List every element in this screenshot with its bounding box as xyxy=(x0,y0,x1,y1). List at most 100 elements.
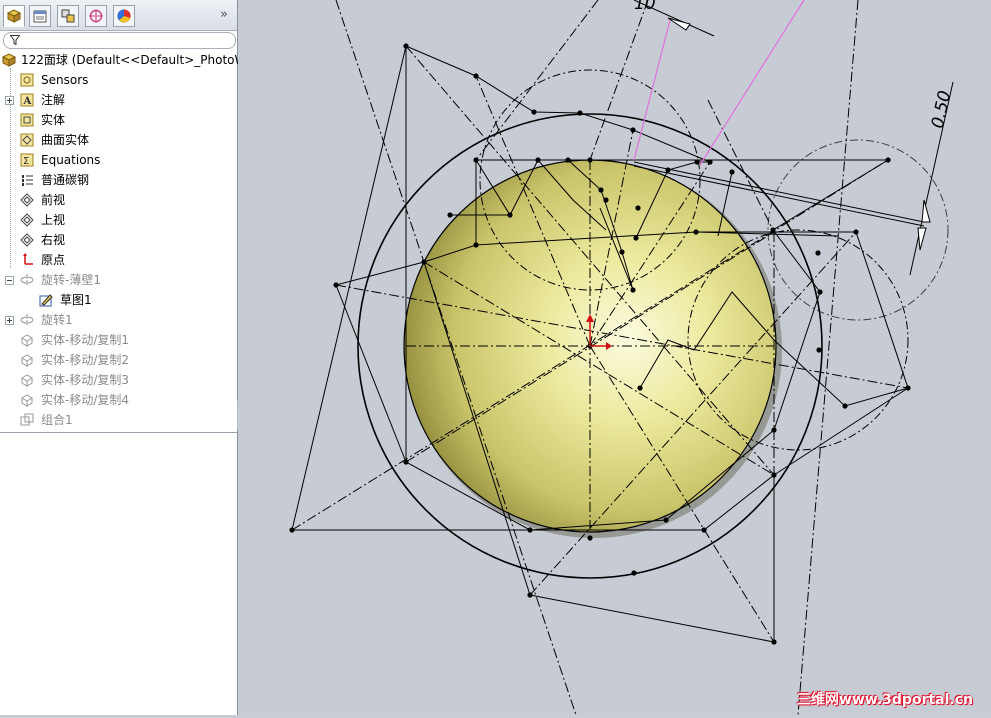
sketch-point xyxy=(527,527,533,533)
tree-item[interactable]: 实体 xyxy=(0,110,237,130)
tree-item[interactable]: 实体-移动/复制3 xyxy=(0,370,237,390)
tree-item-label: 上视 xyxy=(41,213,66,227)
revolve-thin-icon xyxy=(20,274,34,286)
sketch-point xyxy=(637,385,643,391)
sketch-point xyxy=(587,157,593,163)
tree-item[interactable]: 原点 xyxy=(0,250,237,270)
tree-item[interactable]: Sensors xyxy=(0,70,237,90)
expand-tabs-icon[interactable]: » xyxy=(220,7,228,22)
plane-icon xyxy=(20,233,34,247)
tree-item[interactable]: 实体-移动/复制4 xyxy=(0,390,237,410)
sketch-point xyxy=(635,205,641,211)
sketch-point xyxy=(473,73,479,79)
sketch-point xyxy=(527,592,533,598)
tree-item-label: 实体-移动/复制1 xyxy=(41,333,130,347)
tree-item[interactable]: 普通碳钢 xyxy=(0,170,237,190)
model-view[interactable] xyxy=(238,0,991,716)
sketch-point xyxy=(403,43,409,49)
surface-bodies-icon xyxy=(20,133,34,147)
sketch-point xyxy=(771,472,777,478)
tab-dimxpert[interactable] xyxy=(85,5,107,27)
tree-filter-input[interactable] xyxy=(3,32,236,49)
sketch-point xyxy=(729,169,735,175)
plane-icon xyxy=(20,213,34,227)
dimension-10[interactable]: 10 xyxy=(634,0,656,14)
tree-item[interactable]: 前视 xyxy=(0,190,237,210)
expand-icon[interactable] xyxy=(5,96,14,105)
tree-item[interactable]: 曲面实体 xyxy=(0,130,237,150)
graphics-viewport[interactable]: 10 0.50 三维网www.3dportal.cn xyxy=(238,0,991,716)
sketch-point xyxy=(531,109,537,115)
sketch-point xyxy=(630,127,636,133)
display-manager-icon xyxy=(117,9,131,23)
tree-item[interactable]: 旋转-薄壁1 xyxy=(0,270,237,290)
sketch-point xyxy=(817,289,823,295)
solid-bodies-icon xyxy=(20,113,34,127)
watermark: 三维网www.3dportal.cn xyxy=(796,692,973,708)
sketch-point xyxy=(333,282,339,288)
tree-item-label: 实体 xyxy=(41,113,66,127)
part-icon xyxy=(2,53,16,67)
sketch-point xyxy=(447,212,453,218)
tree-item[interactable]: 组合1 xyxy=(0,410,237,430)
tree-item-label: 普通碳钢 xyxy=(41,173,90,187)
equations-icon: Σ xyxy=(20,153,34,167)
move-copy-icon xyxy=(21,394,33,407)
sketch-point xyxy=(587,535,593,541)
svg-text:Σ: Σ xyxy=(23,156,29,167)
sketch-point xyxy=(771,427,777,433)
sketch-point xyxy=(565,157,571,163)
construction-lines xyxy=(633,0,805,166)
tree-root[interactable]: 122面球 (Default<<Default>_PhotoW xyxy=(0,50,246,70)
tree-item[interactable]: 右视 xyxy=(0,230,237,250)
tree-item-label: 组合1 xyxy=(41,413,73,427)
tab-configurationmanager[interactable] xyxy=(57,5,79,27)
sketch-point xyxy=(289,527,295,533)
sketch-point xyxy=(403,459,409,465)
tree-item-label: 注解 xyxy=(41,93,66,107)
tree-item[interactable]: Σ Equations xyxy=(0,150,237,170)
sketch-point xyxy=(905,385,911,391)
tab-propertymanager[interactable] xyxy=(29,5,51,27)
tree-item[interactable]: 实体-移动/复制2 xyxy=(0,350,237,370)
tree-item-label: 实体-移动/复制2 xyxy=(41,353,130,367)
tab-display-manager[interactable] xyxy=(113,5,135,27)
revolve-icon xyxy=(20,314,34,326)
sketch-point xyxy=(694,159,700,165)
tree-item-label: Equations xyxy=(41,153,101,167)
origin-icon xyxy=(23,253,33,265)
tree-item-label: 原点 xyxy=(41,253,66,267)
plane-icon xyxy=(20,193,34,207)
sketch-point xyxy=(701,527,707,533)
feature-manager-panel: » 122面球 (Default<<Default>_PhotoW Sensor… xyxy=(0,0,246,715)
tree-item[interactable]: 实体-移动/复制1 xyxy=(0,330,237,350)
tree-item-label: Sensors xyxy=(41,73,89,87)
tree-item[interactable]: 上视 xyxy=(0,210,237,230)
combine-icon xyxy=(20,413,34,426)
sketch-point xyxy=(535,157,541,163)
material-icon xyxy=(22,175,33,186)
sketch-point xyxy=(842,403,848,409)
annotations-icon: A xyxy=(20,93,34,107)
sketch-point xyxy=(693,229,699,235)
tree-item[interactable]: 草图1 xyxy=(0,290,237,310)
sketch-point xyxy=(707,159,713,165)
sketch-point xyxy=(770,227,776,233)
tab-featuremanager[interactable] xyxy=(3,5,25,27)
collapse-icon[interactable] xyxy=(5,276,14,285)
propertymanager-icon xyxy=(33,10,47,23)
sketch-point xyxy=(603,197,609,203)
expand-icon[interactable] xyxy=(5,316,14,325)
tree-item[interactable]: A 注解 xyxy=(0,90,237,110)
tree-item-label: 右视 xyxy=(41,233,66,247)
tree-root-label: 122面球 (Default<<Default>_PhotoW xyxy=(21,53,247,67)
tree-item-label: 旋转1 xyxy=(41,313,73,327)
move-copy-icon xyxy=(21,374,33,387)
tree-item-label: 曲面实体 xyxy=(41,133,90,147)
move-copy-icon xyxy=(21,334,33,347)
tree-item[interactable]: 旋转1 xyxy=(0,310,237,330)
svg-text:A: A xyxy=(23,96,32,107)
tree-item-label: 实体-移动/复制3 xyxy=(41,373,130,387)
tree-item-label: 前视 xyxy=(41,193,66,207)
sketch-point xyxy=(816,347,822,353)
